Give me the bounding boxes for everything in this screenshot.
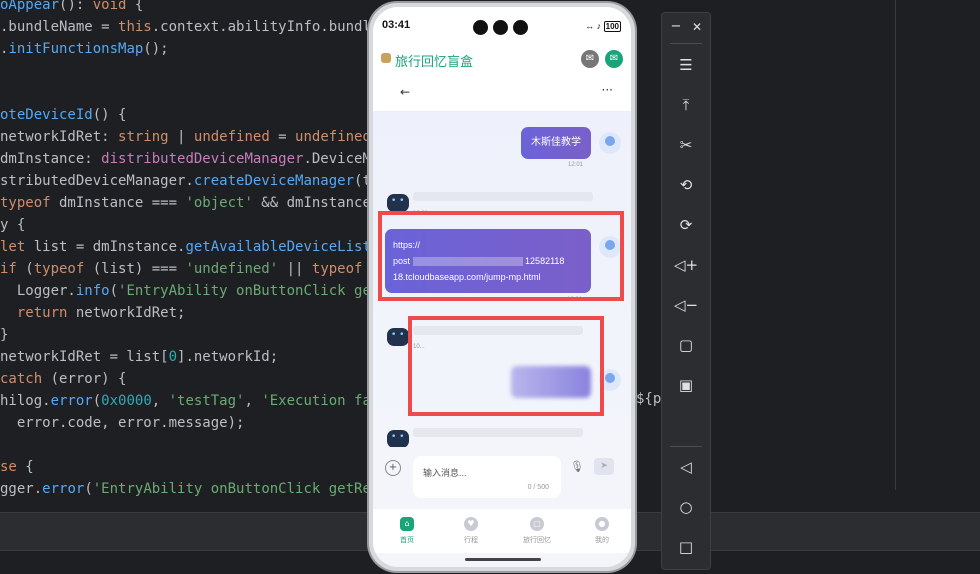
code-line: hilog.error(0x0000, 'testTag', 'Executio…: [0, 393, 388, 409]
code-line: .initFunctionsMap();: [0, 41, 169, 57]
tab-label: 首页: [400, 537, 414, 544]
battery-icon: 100: [603, 21, 621, 32]
screenshot-icon[interactable]: ▣: [674, 373, 698, 397]
memory-icon: ▢: [530, 517, 544, 531]
rotate-left-icon[interactable]: ⟲: [674, 173, 698, 197]
pin-top-icon[interactable]: ⤒: [674, 93, 698, 117]
code-line: networkIdRet: string | undefined = undef…: [0, 129, 379, 145]
volume-up-icon[interactable]: ◁+: [674, 253, 698, 277]
volume-down-icon[interactable]: ◁−: [674, 293, 698, 317]
recents-square-icon[interactable]: □: [674, 535, 698, 559]
message-time: 12:01: [568, 162, 584, 168]
back-arrow-icon[interactable]: ←: [400, 85, 410, 99]
camera-icon: [493, 20, 508, 35]
input-placeholder: 输入消息...: [423, 468, 467, 478]
code-line: se {: [0, 459, 34, 475]
code-line: networkIdRet = list[0].networkId;: [0, 349, 279, 365]
send-button[interactable]: ➤: [594, 458, 614, 475]
code-line: Logger.info('EntryAbility onButtonClick …: [0, 283, 388, 299]
tab-memory[interactable]: ▢ 旅行回忆: [512, 517, 562, 545]
editor-divider: [895, 0, 896, 490]
shake-icon[interactable]: ▢: [674, 333, 698, 357]
tab-profile[interactable]: ● 我的: [577, 517, 627, 545]
message-icon[interactable]: ✉: [605, 50, 623, 68]
menu-icon[interactable]: ☰: [674, 53, 698, 77]
blurred-text: [413, 192, 593, 201]
close-icon[interactable]: ✕: [685, 15, 709, 39]
bottom-tab-bar: ⌂ 首页 ♥ 行程 ▢ 旅行回忆 ● 我的: [373, 509, 631, 553]
message-input[interactable]: 输入消息... 0 / 500: [413, 456, 561, 498]
code-line: error.code, error.message);: [0, 415, 245, 431]
code-line: }: [0, 327, 9, 343]
back-triangle-icon[interactable]: ◁: [674, 455, 698, 479]
user-icon: ●: [595, 517, 609, 531]
blurred-text: [413, 428, 583, 437]
status-bar: 03:41 ↔ ♪ 100: [373, 7, 631, 43]
home-icon: ⌂: [400, 517, 414, 531]
tab-label: 旅行回忆: [523, 537, 551, 544]
status-icons: ↔ ♪ 100: [585, 21, 621, 32]
emulator-toolbar: − ✕ ☰ ⤒ ✂ ⟲ ⟳ ◁+ ◁− ▢ ▣ ◁ ○ □: [661, 12, 711, 570]
code-line: .bundleName = this.context.abilityInfo.b…: [0, 19, 397, 35]
tab-label: 我的: [595, 537, 609, 544]
toolbar-separator: [670, 43, 702, 44]
toolbar-separator: [670, 446, 702, 447]
tab-trip[interactable]: ♥ 行程: [446, 517, 496, 545]
bot-avatar: [387, 430, 409, 448]
code-line: gger.error('EntryAbility onButtonClick g…: [0, 481, 388, 497]
tab-label: 行程: [464, 537, 478, 544]
rotate-right-icon[interactable]: ⟳: [674, 213, 698, 237]
char-count: 0 / 500: [527, 484, 549, 491]
home-indicator[interactable]: [465, 558, 541, 561]
crop-icon[interactable]: ✂: [674, 133, 698, 157]
code-line: y {: [0, 217, 26, 233]
camera-icon: [513, 20, 528, 35]
code-line: oAppear(): void {: [0, 0, 144, 13]
app-logo-icon: [381, 53, 391, 63]
user-avatar: [599, 132, 621, 154]
highlight-box: [408, 316, 604, 416]
code-line: typeof dmInstance === 'object' && dmInst…: [0, 195, 388, 211]
user-message-bubble: 木斯佳教学: [521, 127, 591, 159]
status-time: 03:41: [382, 19, 411, 31]
code-line: return networkIdRet;: [16, 305, 186, 321]
app-header: 旅行回忆盲盒 ✉ ✉: [373, 43, 631, 77]
mail-icon[interactable]: ✉: [581, 50, 599, 68]
mic-icon[interactable]: 🎙: [570, 460, 584, 473]
code-line: dmInstance: distributedDeviceManager.Dev…: [0, 151, 388, 167]
heart-icon: ♥: [464, 517, 478, 531]
add-icon[interactable]: +: [385, 460, 401, 476]
bot-avatar: [387, 328, 409, 346]
more-icon[interactable]: ···: [602, 83, 613, 97]
input-bar: + 输入消息... 0 / 500 🎙 ➤: [373, 447, 631, 507]
tab-home[interactable]: ⌂ 首页: [382, 517, 432, 545]
code-line: oteDeviceId() {: [0, 107, 127, 123]
code-line: let list = dmInstance.getAvailableDevice…: [0, 239, 388, 255]
code-line: catch (error) {: [0, 371, 127, 387]
highlight-box: [378, 211, 624, 301]
home-circle-icon[interactable]: ○: [674, 495, 698, 519]
code-line: if (typeof (list) === 'undefined' || typ…: [0, 261, 388, 277]
code-line: stributedDeviceManager.createDeviceManag…: [0, 173, 388, 189]
bot-avatar: [387, 194, 409, 212]
signal-icon: ↔ ♪: [585, 21, 602, 31]
camera-icon: [473, 20, 488, 35]
app-title: 旅行回忆盲盒: [395, 54, 474, 69]
chat-nav-bar: ← ···: [373, 77, 631, 112]
